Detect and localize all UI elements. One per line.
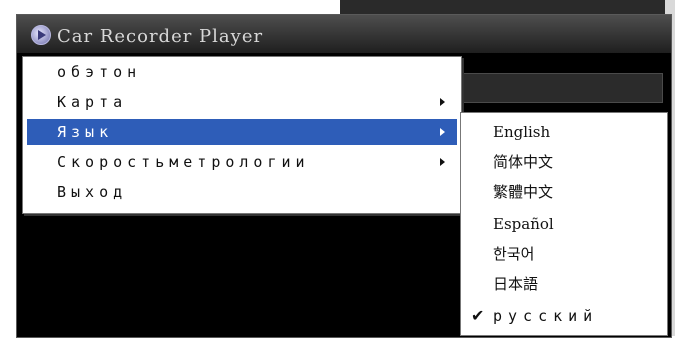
- submenu-arrow-icon: [440, 128, 445, 136]
- language-label: 日本語: [493, 275, 539, 293]
- desktop-background: [0, 0, 16, 336]
- title-bar[interactable]: Car Recorder Player: [17, 15, 671, 53]
- app-play-icon[interactable]: [31, 25, 51, 45]
- menu-item-label: Выход: [57, 183, 128, 201]
- language-label: English: [493, 123, 551, 141]
- menu-item-label: обэтон: [57, 63, 142, 81]
- window-title: Car Recorder Player: [57, 26, 264, 47]
- menu-item-speed-units[interactable]: Скоростьметрологии: [27, 149, 457, 175]
- submenu-arrow-icon: [440, 98, 445, 106]
- language-label: 한국어: [493, 245, 535, 263]
- language-option-english[interactable]: English: [461, 117, 667, 147]
- checkmark-icon: ✔: [471, 306, 485, 325]
- language-submenu: English 简体中文 繁體中文 Español 한국어 日本語 ✔ русс…: [460, 112, 668, 336]
- menu-item-exit[interactable]: Выход: [27, 179, 457, 205]
- language-option-korean[interactable]: 한국어: [461, 239, 667, 269]
- toolbar-strip: [447, 73, 663, 103]
- language-option-spanish[interactable]: Español: [461, 209, 667, 239]
- language-label: 简体中文: [493, 153, 554, 171]
- menu-item-label: Язык: [57, 123, 114, 141]
- menu-item-map[interactable]: Карта: [27, 89, 457, 115]
- menu-item-language[interactable]: Язык: [27, 119, 457, 145]
- menu-item-about[interactable]: обэтон: [27, 59, 457, 85]
- menu-item-label: Скоростьметрологии: [57, 153, 310, 171]
- language-option-simplified-chinese[interactable]: 简体中文: [461, 147, 667, 177]
- language-label: 繁體中文: [493, 183, 554, 201]
- menu-item-label: Карта: [57, 93, 128, 111]
- language-option-traditional-chinese[interactable]: 繁體中文: [461, 177, 667, 207]
- language-label: русский: [493, 307, 599, 325]
- background-window-strip: [340, 0, 675, 14]
- language-option-japanese[interactable]: 日本語: [461, 269, 667, 299]
- context-menu: обэтон Карта Язык Скоростьметрологии Вых…: [22, 56, 462, 214]
- language-option-russian[interactable]: ✔ русский: [461, 301, 667, 331]
- submenu-arrow-icon: [440, 158, 445, 166]
- language-label: Español: [493, 215, 554, 233]
